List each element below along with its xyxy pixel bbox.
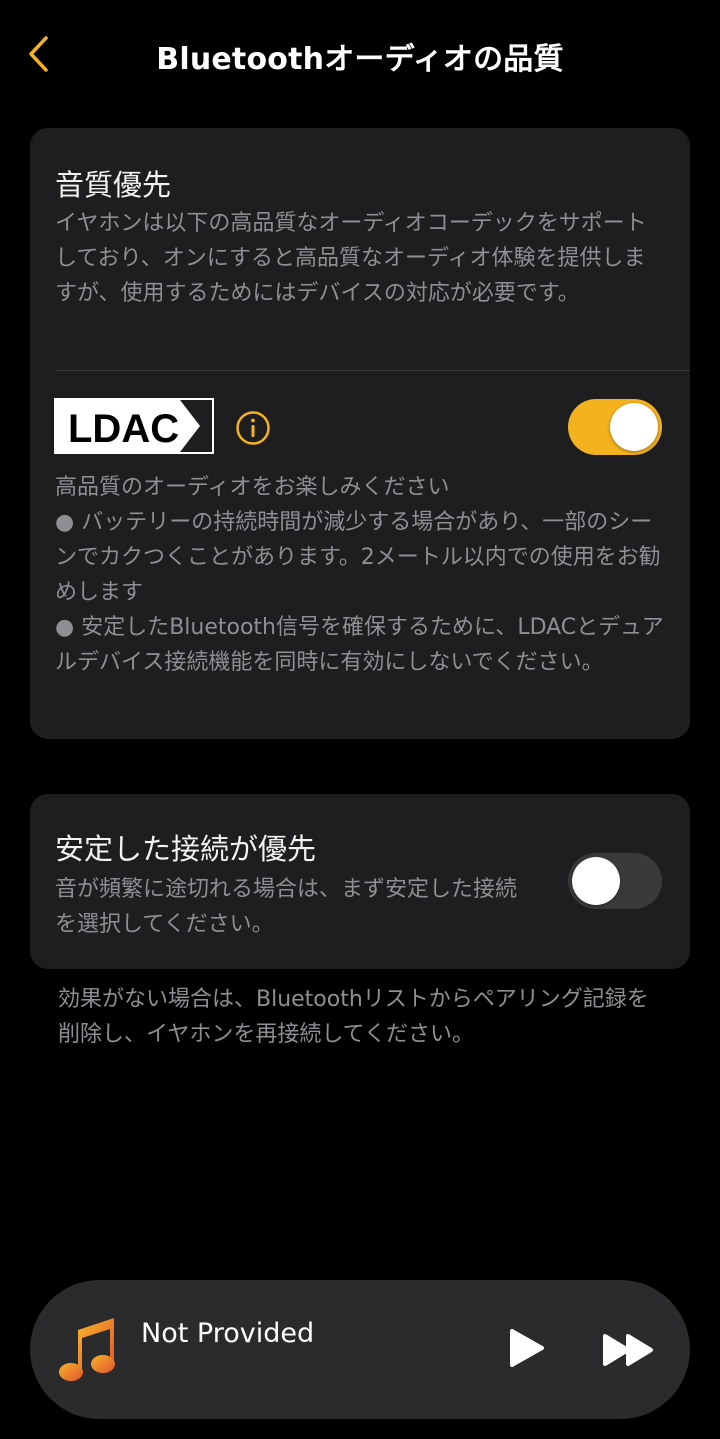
ldac-logo: LDAC	[54, 398, 214, 454]
ldac-logo-text: LDAC	[68, 407, 179, 451]
toggle-knob	[572, 857, 620, 905]
toggle-knob	[610, 403, 658, 451]
header: Bluetoothオーディオの品質	[0, 0, 720, 110]
stable-connection-title: 安定した接続が優先	[55, 832, 317, 866]
play-icon[interactable]	[504, 1326, 548, 1370]
ldac-description-line: 高品質のオーディオをお楽しみください	[55, 475, 450, 500]
info-icon[interactable]	[235, 410, 271, 446]
music-note-icon	[59, 1318, 115, 1381]
ldac-description: 高品質のオーディオをお楽しみください ● バッテリーの持続時間が減少する場合があ…	[55, 470, 670, 680]
divider	[55, 370, 690, 371]
footer-note: 効果がない場合は、Bluetoothリストからペアリング記録を削除し、イヤホンを…	[58, 987, 649, 1047]
sound-quality-title: 音質優先	[55, 168, 172, 202]
ldac-description-line: ● バッテリーの持続時間が減少する場合があり、一部のシーンでカクつくことがありま…	[55, 510, 661, 605]
stable-connection-toggle[interactable]	[568, 853, 662, 909]
ldac-toggle[interactable]	[568, 399, 662, 455]
stable-connection-card: 安定した接続が優先 音が頻繁に途切れる場合は、まず安定した接続を選択してください…	[30, 794, 690, 969]
ldac-description-line: ● 安定したBluetooth信号を確保するために、LDACとデュアルデバイス接…	[55, 615, 664, 675]
sound-quality-description: イヤホンは以下の高品質なオーディオコーデックをサポートしており、オンにすると高品…	[55, 211, 647, 306]
page-title: Bluetoothオーディオの品質	[156, 42, 564, 77]
sound-quality-card: 音質優先 イヤホンは以下の高品質なオーディオコーデックをサポートしており、オンに…	[30, 128, 690, 739]
fast-forward-icon[interactable]	[600, 1330, 656, 1370]
stable-connection-description: 音が頻繁に途切れる場合は、まず安定した接続を選択してください。	[55, 877, 518, 937]
mini-player[interactable]: Not Provided	[30, 1280, 690, 1419]
track-title: Not Provided	[141, 1318, 315, 1349]
